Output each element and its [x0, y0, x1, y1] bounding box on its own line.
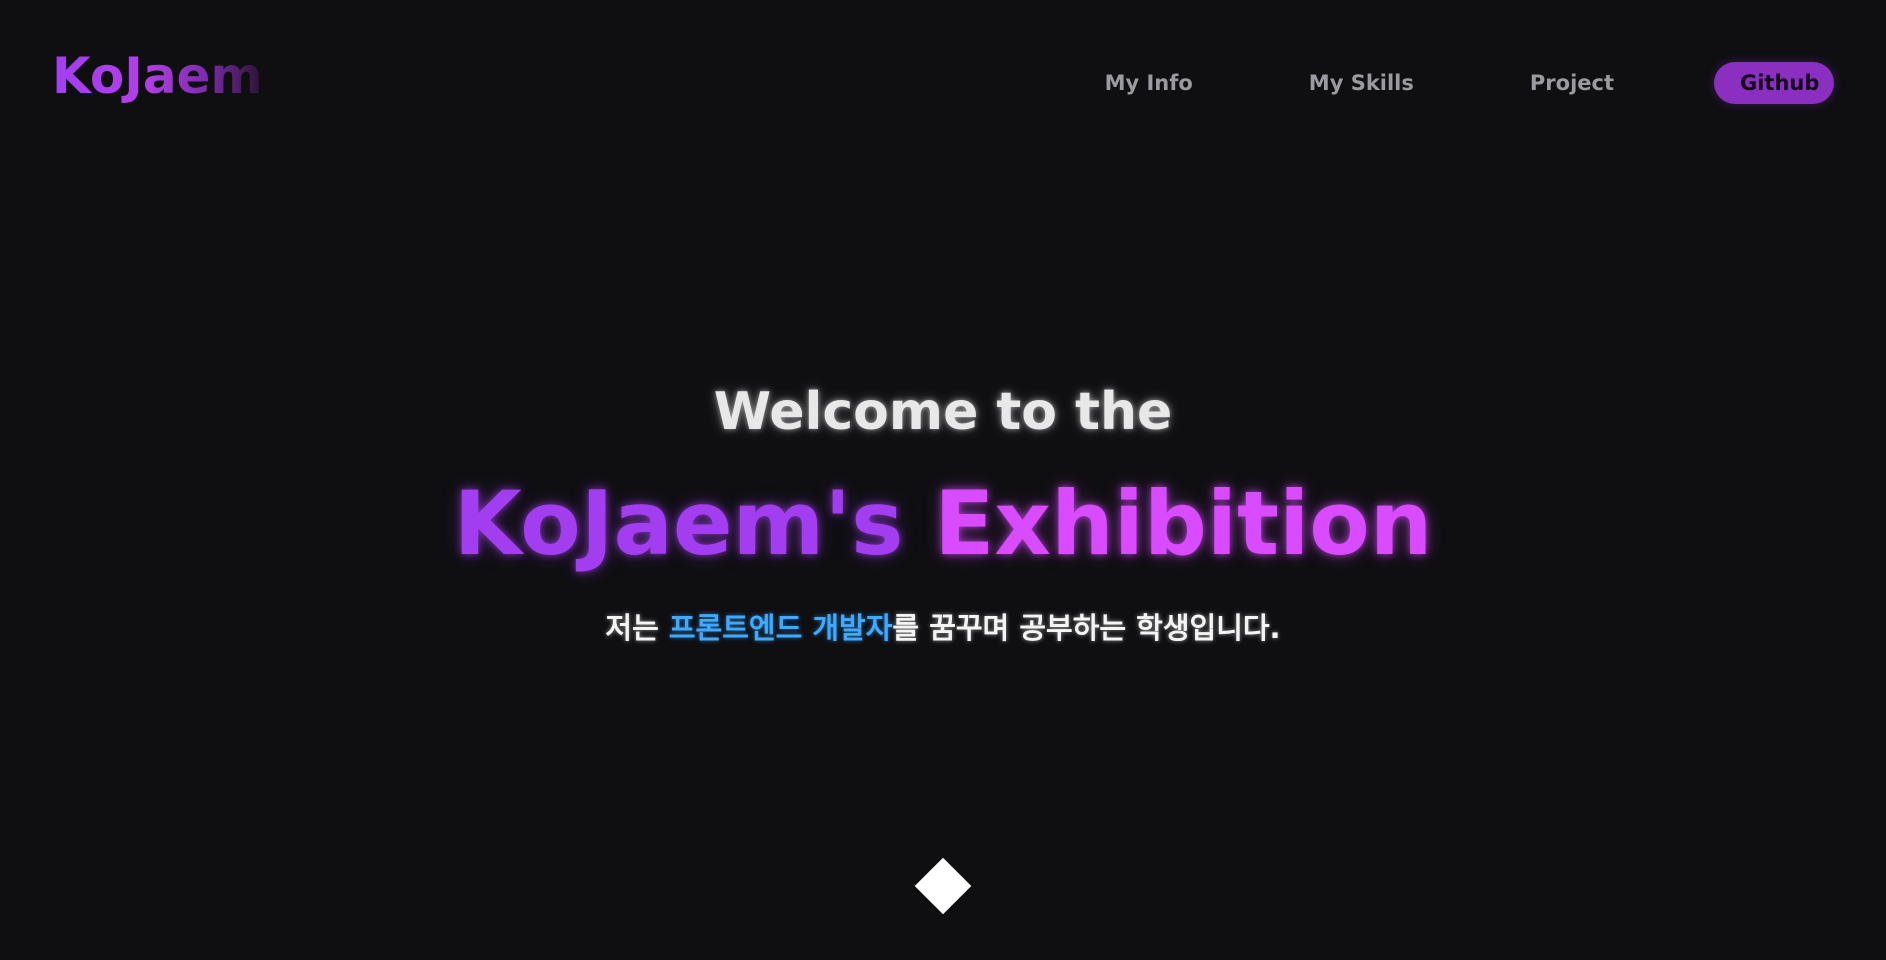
hero-subtitle: 저는 프론트엔드 개발자를 꿈꾸며 공부하는 학생입니다. [0, 608, 1886, 648]
subtitle-suffix: 를 꿈꾸며 공부하는 학생입니다. [892, 611, 1281, 645]
nav-my-info[interactable]: My Info [1105, 71, 1193, 95]
nav-project[interactable]: Project [1530, 71, 1614, 95]
logo[interactable]: KoJaem [52, 46, 263, 106]
page: KoJaem My Info My Skills Project Github … [0, 0, 1886, 960]
welcome-heading: Welcome to the [713, 382, 1173, 442]
diamond-icon[interactable] [914, 857, 972, 915]
exhibition-title: KoJaem's Exhibition [0, 472, 1886, 576]
github-button[interactable]: Github [1714, 62, 1834, 104]
nav-my-skills[interactable]: My Skills [1309, 71, 1414, 95]
exhibition-title-name: KoJaem's [453, 472, 904, 575]
subtitle-highlight: 프론트엔드 개발자 [668, 611, 893, 645]
main-nav: My Info My Skills Project Github [1105, 62, 1834, 104]
subtitle-prefix: 저는 [605, 611, 669, 645]
exhibition-title-word: Exhibition [934, 472, 1433, 575]
